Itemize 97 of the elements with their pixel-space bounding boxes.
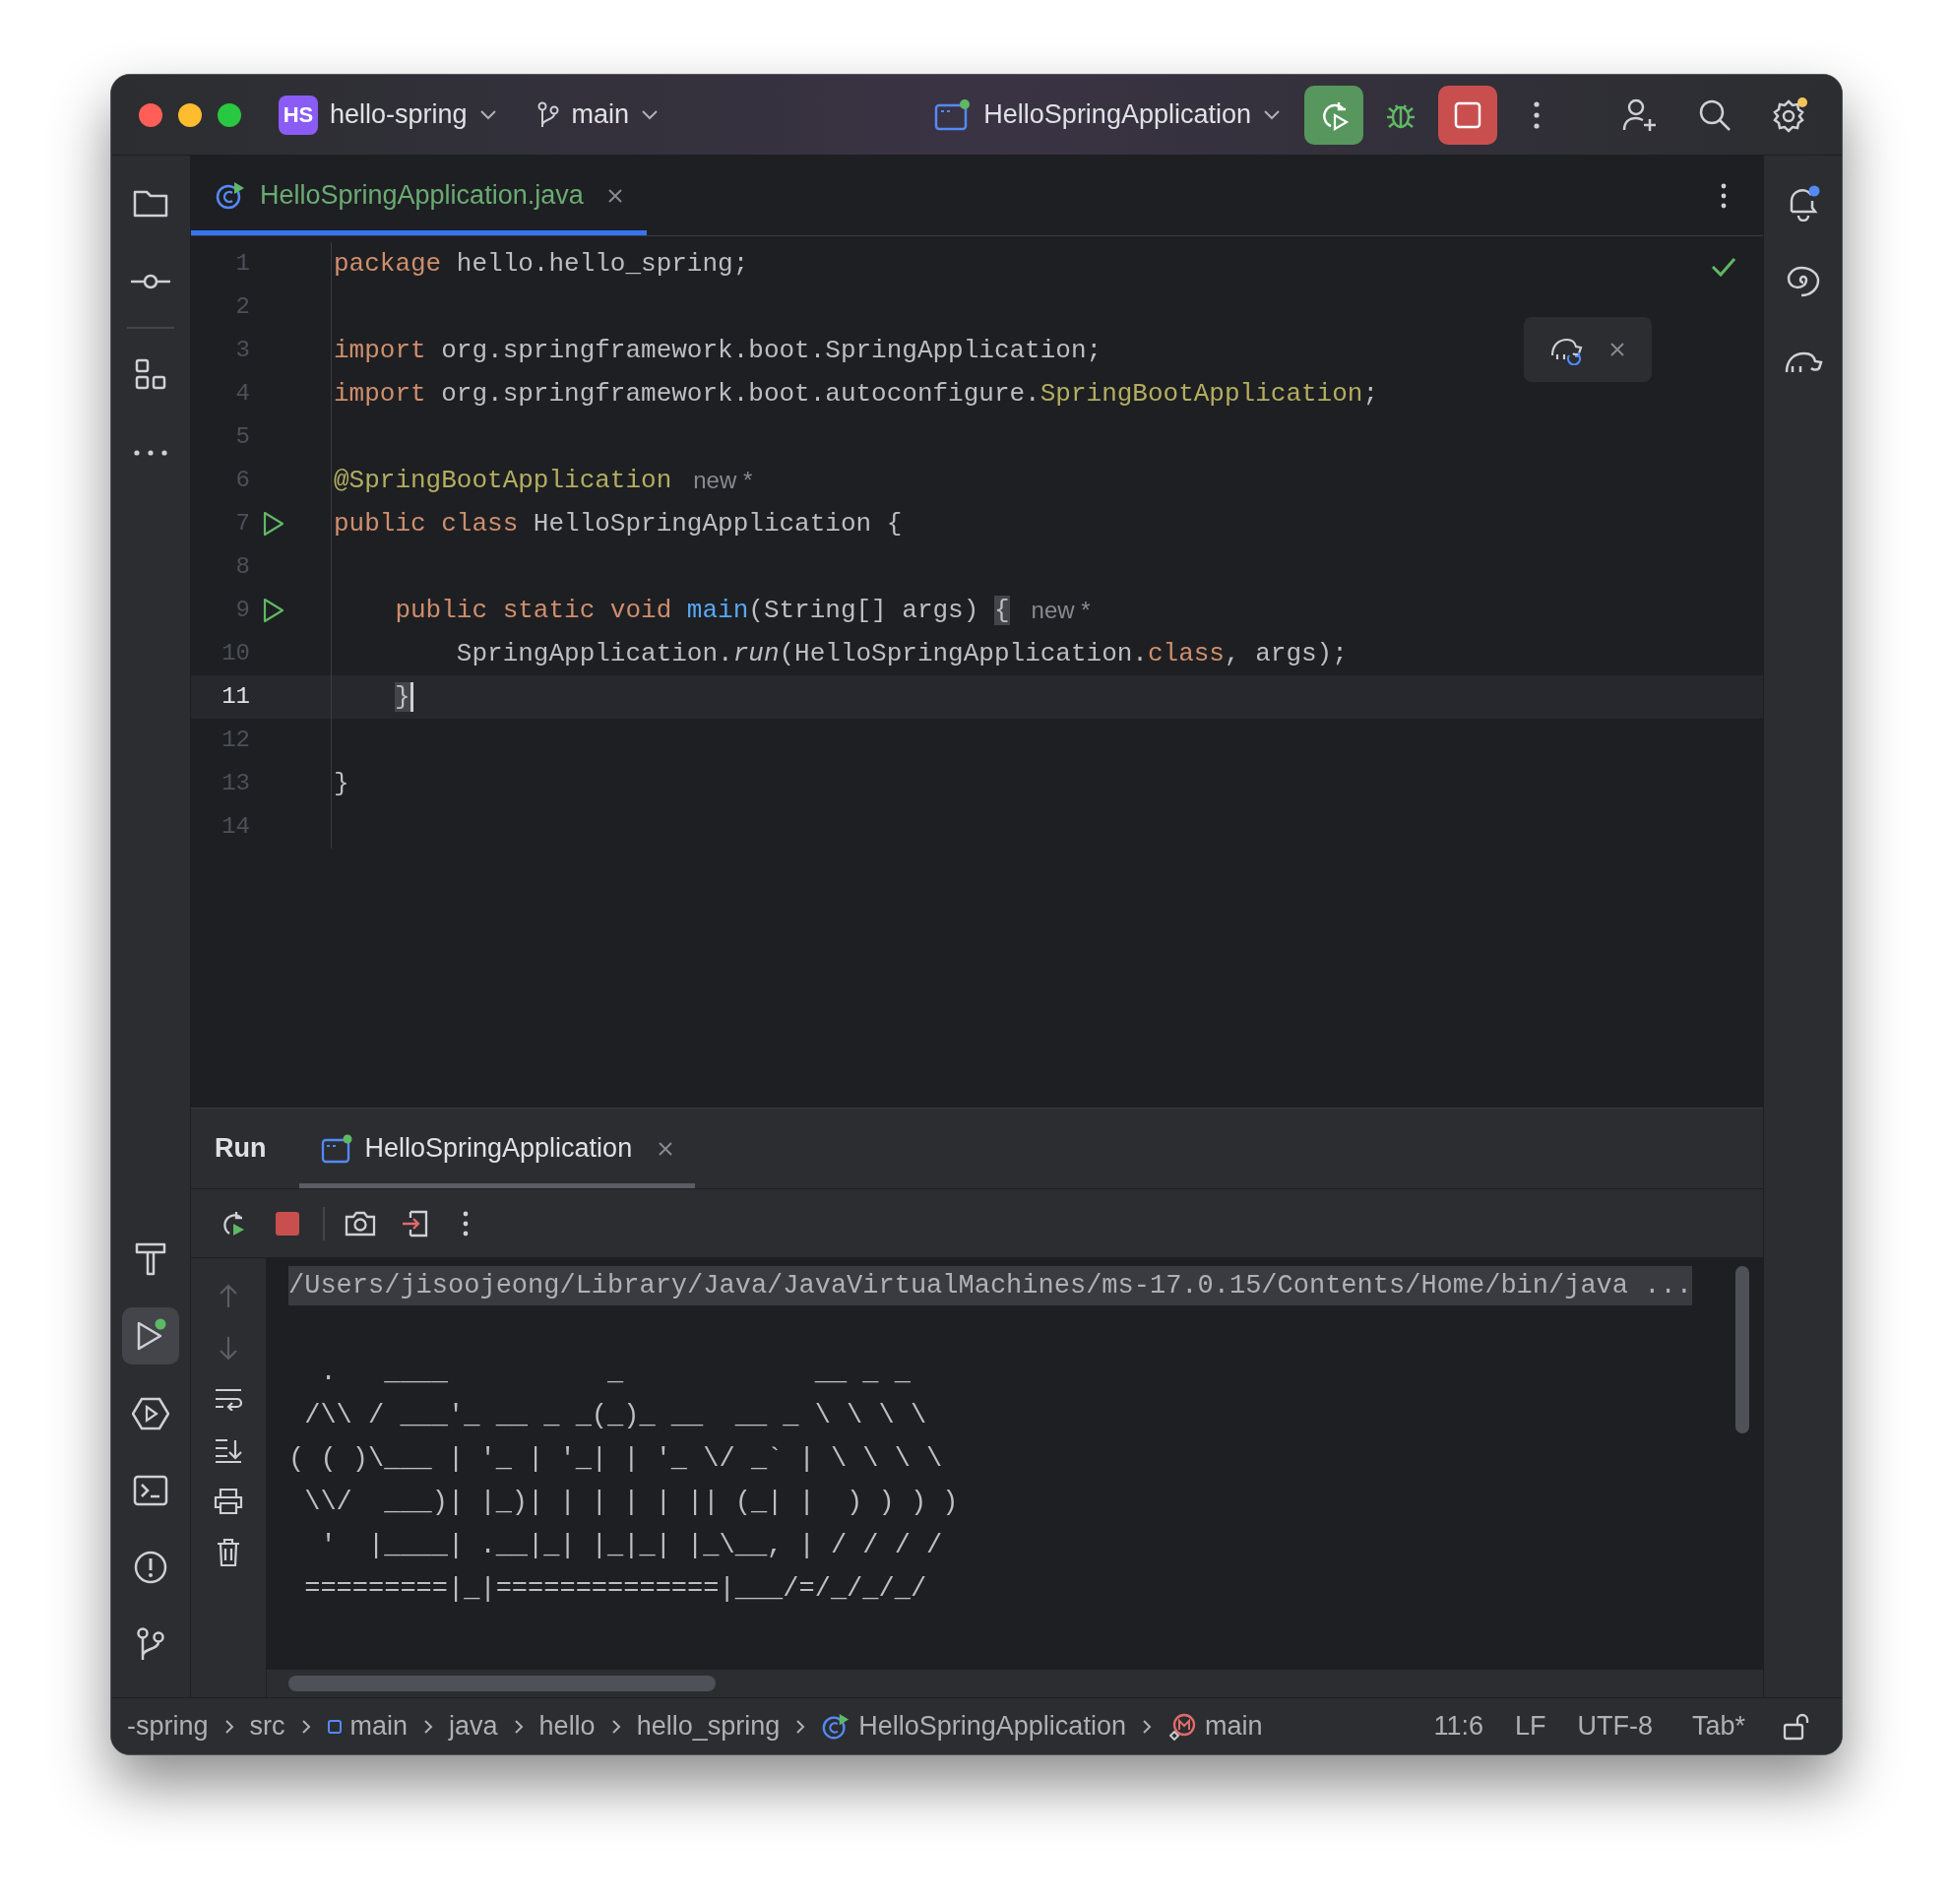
horizontal-scrollbar[interactable] [288, 1676, 716, 1691]
branch-icon [135, 1626, 166, 1662]
commit-icon [131, 272, 170, 291]
search-icon [1698, 97, 1732, 132]
camera-icon [345, 1209, 376, 1238]
more-icon [1534, 100, 1540, 129]
stop-button[interactable] [1438, 85, 1497, 145]
panel-title: Run [215, 1132, 267, 1166]
breadcrumb[interactable]: hello_spring [636, 1706, 781, 1746]
code-line: import org.springframework.boot.autoconfigure.SpringBootApplication; [334, 377, 1378, 411]
code-line: public static void main(String[] args) { [394, 594, 1010, 627]
settings-icon [1771, 95, 1808, 134]
printer-icon [214, 1488, 243, 1515]
run-configuration-name: HelloSpringApplication [983, 98, 1251, 132]
author-hint[interactable]: new * [693, 463, 753, 498]
code-line: } [334, 767, 349, 800]
folder-icon [133, 188, 168, 218]
chevron-right-icon [795, 1718, 806, 1735]
run-configuration-selector[interactable]: HelloSpringApplication [934, 95, 1281, 135]
run-gutter-icon[interactable] [262, 598, 285, 623]
branch-selector[interactable]: main [536, 95, 660, 135]
services-icon [132, 1396, 169, 1431]
breadcrumb[interactable]: src [249, 1706, 285, 1746]
run-tool-button[interactable] [122, 1307, 179, 1365]
chevron-down-icon [1263, 108, 1281, 121]
hammer-icon [134, 1240, 167, 1276]
console-line: =========|_|==============|___/=/_/_/_/ [303, 1572, 927, 1606]
text-cursor [410, 681, 413, 712]
console-line: \\/ ___)| |_)| | | | | || (_| | ) ) ) ) [303, 1486, 959, 1519]
warning-icon [133, 1550, 168, 1585]
console-line: ( ( )\___ | '_ | '_| | '_ \/ _` | \ \ \ \ [288, 1442, 943, 1476]
scroll-to-end-icon [214, 1437, 243, 1463]
close-icon[interactable] [658, 1140, 674, 1157]
console-line: ' |____| .__|_| |_|_| |_\__, | / / / / [319, 1529, 943, 1562]
project-name: hello-spring [330, 98, 468, 132]
arrow-up-icon [219, 1284, 238, 1309]
stop-icon [275, 1210, 300, 1237]
run-gutter-icon[interactable] [262, 511, 285, 537]
no-problems-check-icon [1710, 256, 1737, 278]
terminal-icon [133, 1475, 168, 1506]
close-popup-button[interactable] [1608, 341, 1626, 358]
chevron-right-icon [610, 1718, 621, 1735]
structure-icon [134, 357, 167, 391]
zoom-window-button[interactable] [218, 102, 241, 127]
branch-icon [536, 100, 560, 129]
project-selector[interactable]: HS hello-spring [279, 95, 497, 135]
breadcrumb[interactable]: hello [538, 1706, 596, 1746]
close-icon [1608, 341, 1626, 358]
chevron-right-icon [513, 1718, 524, 1735]
more-icon [463, 1210, 469, 1237]
chevron-down-icon [478, 108, 497, 121]
trash-icon [216, 1538, 241, 1567]
minimize-window-button[interactable] [178, 102, 202, 127]
spring-class-icon [215, 179, 246, 212]
breadcrumb[interactable]: java [449, 1706, 498, 1746]
code-line: @SpringBootApplication [334, 464, 672, 497]
chevron-down-icon [641, 108, 660, 121]
wrap-icon [214, 1387, 243, 1411]
chevron-right-icon [423, 1718, 434, 1735]
console-line: . ____ _ __ _ _ [319, 1356, 911, 1389]
chevron-right-icon [300, 1718, 311, 1735]
spiral-icon [1785, 265, 1821, 298]
stop-icon [1454, 100, 1481, 129]
line-number: 11 [220, 682, 250, 712]
chevron-right-icon [223, 1718, 234, 1735]
run-tab[interactable]: HelloSpringApplication [299, 1109, 696, 1188]
console-line: /\\ / ___'_ __ _ _(_)_ __ __ _ \ \ \ \ [303, 1399, 927, 1432]
code-line: SpringApplication.run(HelloSpringApplication.class, args); [455, 637, 1348, 670]
vertical-scrollbar[interactable] [1735, 1266, 1749, 1433]
spring-class-icon [821, 1711, 851, 1742]
breadcrumb[interactable]: HelloSpringApplication [821, 1706, 1126, 1746]
indent-setting[interactable]: Tab* [1691, 1706, 1745, 1746]
code-line: public class HelloSpringApplication { [334, 507, 903, 540]
breadcrumb[interactable]: main [326, 1706, 409, 1746]
close-window-button[interactable] [139, 102, 162, 127]
add-user-icon [1622, 96, 1658, 133]
code-line: package hello.hello_spring; [334, 247, 749, 281]
application-window-icon [321, 1133, 353, 1164]
cursor-position[interactable]: 11:6 [1433, 1706, 1483, 1746]
module-icon [326, 1718, 343, 1735]
exit-icon [401, 1208, 430, 1238]
rerun-button[interactable] [1304, 85, 1363, 145]
chevron-right-icon [1141, 1718, 1152, 1735]
method-icon [1166, 1711, 1197, 1742]
application-window-icon [934, 97, 973, 132]
more-icon [1721, 182, 1727, 209]
author-hint[interactable]: new * [1031, 593, 1091, 628]
code-line: import org.springframework.boot.SpringApplication; [334, 334, 1102, 367]
line-separator[interactable]: LF [1514, 1706, 1546, 1746]
arrow-down-icon [219, 1335, 238, 1361]
breadcrumb[interactable]: -spring [127, 1706, 209, 1746]
project-badge: HS [279, 95, 318, 135]
file-encoding[interactable]: UTF-8 [1577, 1706, 1653, 1746]
close-icon[interactable] [606, 187, 623, 204]
branch-name: main [571, 98, 630, 132]
more-icon [134, 450, 167, 456]
breadcrumb[interactable]: main [1166, 1706, 1263, 1746]
